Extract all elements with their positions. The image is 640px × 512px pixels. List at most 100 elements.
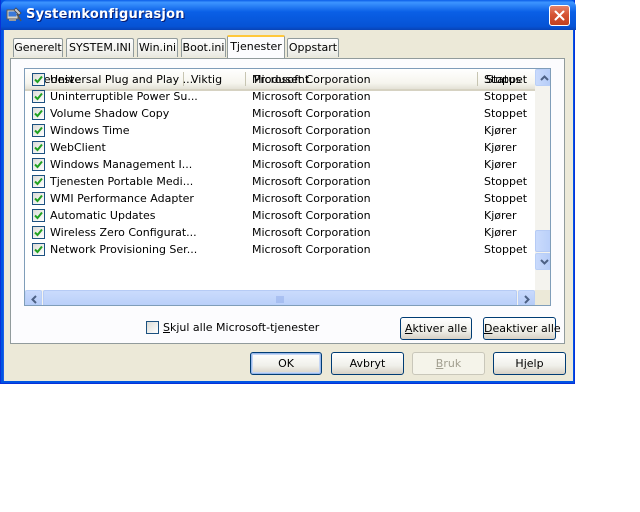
scroll-right-button[interactable]: [518, 290, 535, 305]
service-name: WMI Performance Adapter: [50, 192, 194, 205]
hide-microsoft-services-checkbox[interactable]: [146, 321, 159, 334]
chevron-up-icon: [540, 75, 549, 81]
service-checkbox[interactable]: [32, 243, 45, 256]
scroll-left-button[interactable]: [25, 290, 42, 305]
service-name: Uninterruptible Power Su...: [50, 90, 198, 103]
close-button[interactable]: [549, 5, 570, 26]
service-manufacturer: Microsoft Corporation: [252, 243, 371, 256]
hide-microsoft-services-label[interactable]: Skjul alle Microsoft-tjenester: [163, 321, 319, 334]
help-button[interactable]: Hjelp: [493, 352, 566, 375]
service-checkbox[interactable]: [32, 141, 45, 154]
tab-boot-ini[interactable]: Boot.ini: [181, 38, 226, 57]
service-manufacturer: Microsoft Corporation: [252, 107, 371, 120]
service-checkbox[interactable]: [32, 90, 45, 103]
chevron-down-icon: [540, 259, 549, 265]
service-manufacturer: Microsoft Corporation: [252, 192, 371, 205]
services-panel: Tjeneste Viktig Produsent Status Univers…: [10, 58, 565, 344]
chevron-left-icon: [31, 295, 37, 304]
service-manufacturer: Microsoft Corporation: [252, 90, 371, 103]
service-row[interactable]: WMI Performance Adapter Microsoft Corpora…: [25, 190, 535, 207]
title-bar[interactable]: Systemkonfigurasjon: [1, 0, 576, 30]
service-checkbox[interactable]: [32, 107, 45, 120]
service-row[interactable]: Uninterruptible Power Su... Microsoft Cor…: [25, 88, 535, 105]
service-checkbox[interactable]: [32, 209, 45, 222]
service-status: Stoppet: [484, 107, 528, 120]
service-row[interactable]: Automatic Updates Microsoft Corporation Kj…: [25, 207, 535, 224]
msconfig-icon: [6, 7, 22, 22]
checkmark-icon: [34, 211, 43, 220]
service-checkbox[interactable]: [32, 73, 45, 86]
service-row[interactable]: Volume Shadow Copy Microsoft Corporation S…: [25, 105, 535, 122]
service-checkbox[interactable]: [32, 226, 45, 239]
service-status: Stoppet: [484, 192, 528, 205]
checkmark-icon: [34, 126, 43, 135]
checkmark-icon: [34, 109, 43, 118]
horizontal-scroll-thumb[interactable]: [43, 290, 517, 305]
checkmark-icon: [34, 92, 43, 101]
checkmark-icon: [34, 228, 43, 237]
tab-general[interactable]: Generelt: [13, 38, 63, 57]
service-manufacturer: Microsoft Corporation: [252, 209, 371, 222]
horizontal-scrollbar[interactable]: [25, 290, 535, 305]
service-manufacturer: Microsoft Corporation: [252, 73, 371, 86]
service-name: Universal Plug and Play ...: [50, 73, 194, 86]
ok-button[interactable]: OK: [250, 352, 322, 375]
service-manufacturer: Microsoft Corporation: [252, 141, 371, 154]
service-row[interactable]: Wireless Zero Configurat... Microsoft Cor…: [25, 224, 535, 241]
grip-icon: [276, 296, 284, 303]
service-status: Kjører: [484, 209, 517, 222]
tab-win-ini[interactable]: Win.ini: [137, 38, 178, 57]
service-row[interactable]: Windows Time Microsoft Corporation Kjører: [25, 122, 535, 139]
service-checkbox[interactable]: [32, 124, 45, 137]
service-name: Windows Time: [50, 124, 130, 137]
service-row[interactable]: WebClient Microsoft Corporation Kjører: [25, 139, 535, 156]
service-name: Wireless Zero Configurat...: [50, 226, 197, 239]
service-name: Tjenesten Portable Medi...: [50, 175, 194, 188]
service-status: Stoppet: [484, 175, 528, 188]
service-name: Automatic Updates: [50, 209, 156, 222]
scroll-up-button[interactable]: [535, 69, 550, 86]
service-status: Stoppet: [484, 243, 528, 256]
service-status: Kjører: [484, 124, 517, 137]
service-manufacturer: Microsoft Corporation: [252, 226, 371, 239]
window-title: Systemkonfigurasjon: [26, 7, 185, 22]
service-name: Volume Shadow Copy: [50, 107, 170, 120]
checkmark-icon: [34, 160, 43, 169]
service-row[interactable]: Windows Management I... Microsoft Corpora…: [25, 156, 535, 173]
service-manufacturer: Microsoft Corporation: [252, 124, 371, 137]
tab-system-ini[interactable]: SYSTEM.INI: [66, 38, 134, 57]
disable-all-button[interactable]: Deaktiver alle: [483, 317, 561, 340]
system-configuration-window: Systemkonfigurasjon Generelt SYSTEM.INI …: [0, 0, 576, 384]
checkmark-icon: [34, 143, 43, 152]
service-status: Kjører: [484, 141, 517, 154]
vertical-scrollbar[interactable]: [535, 69, 550, 290]
service-status: Kjører: [484, 226, 517, 239]
service-row[interactable]: Network Provisioning Ser... Microsoft Cor…: [25, 241, 535, 258]
service-checkbox[interactable]: [32, 175, 45, 188]
service-status: Stoppet: [484, 73, 528, 86]
apply-button[interactable]: Bruk: [412, 352, 485, 375]
checkmark-icon: [34, 177, 43, 186]
service-checkbox[interactable]: [32, 158, 45, 171]
dialog-body: Generelt SYSTEM.INI Win.ini Boot.ini Tje…: [4, 30, 573, 381]
service-row[interactable]: Tjenesten Portable Medi... Microsoft Corp…: [25, 173, 535, 190]
service-status: Kjører: [484, 158, 517, 171]
close-icon: [554, 10, 565, 21]
services-list[interactable]: Tjeneste Viktig Produsent Status Univers…: [24, 68, 551, 306]
checkmark-icon: [34, 245, 43, 254]
service-status: Stoppet: [484, 90, 528, 103]
tab-services[interactable]: Tjenester: [227, 35, 285, 58]
service-row[interactable]: Universal Plug and Play ... Microsoft Cor…: [25, 71, 535, 88]
tab-startup[interactable]: Oppstart: [287, 38, 339, 57]
scroll-down-button[interactable]: [535, 253, 550, 270]
service-manufacturer: Microsoft Corporation: [252, 175, 371, 188]
service-manufacturer: Microsoft Corporation: [252, 158, 371, 171]
scroll-thumb[interactable]: [535, 230, 550, 252]
service-checkbox[interactable]: [32, 192, 45, 205]
service-name: WebClient: [50, 141, 106, 154]
chevron-right-icon: [524, 295, 530, 304]
checkmark-icon: [34, 75, 43, 84]
scrollbar-corner: [535, 290, 550, 305]
cancel-button[interactable]: Avbryt: [331, 352, 404, 375]
enable-all-button[interactable]: Aktiver alle: [400, 317, 472, 340]
